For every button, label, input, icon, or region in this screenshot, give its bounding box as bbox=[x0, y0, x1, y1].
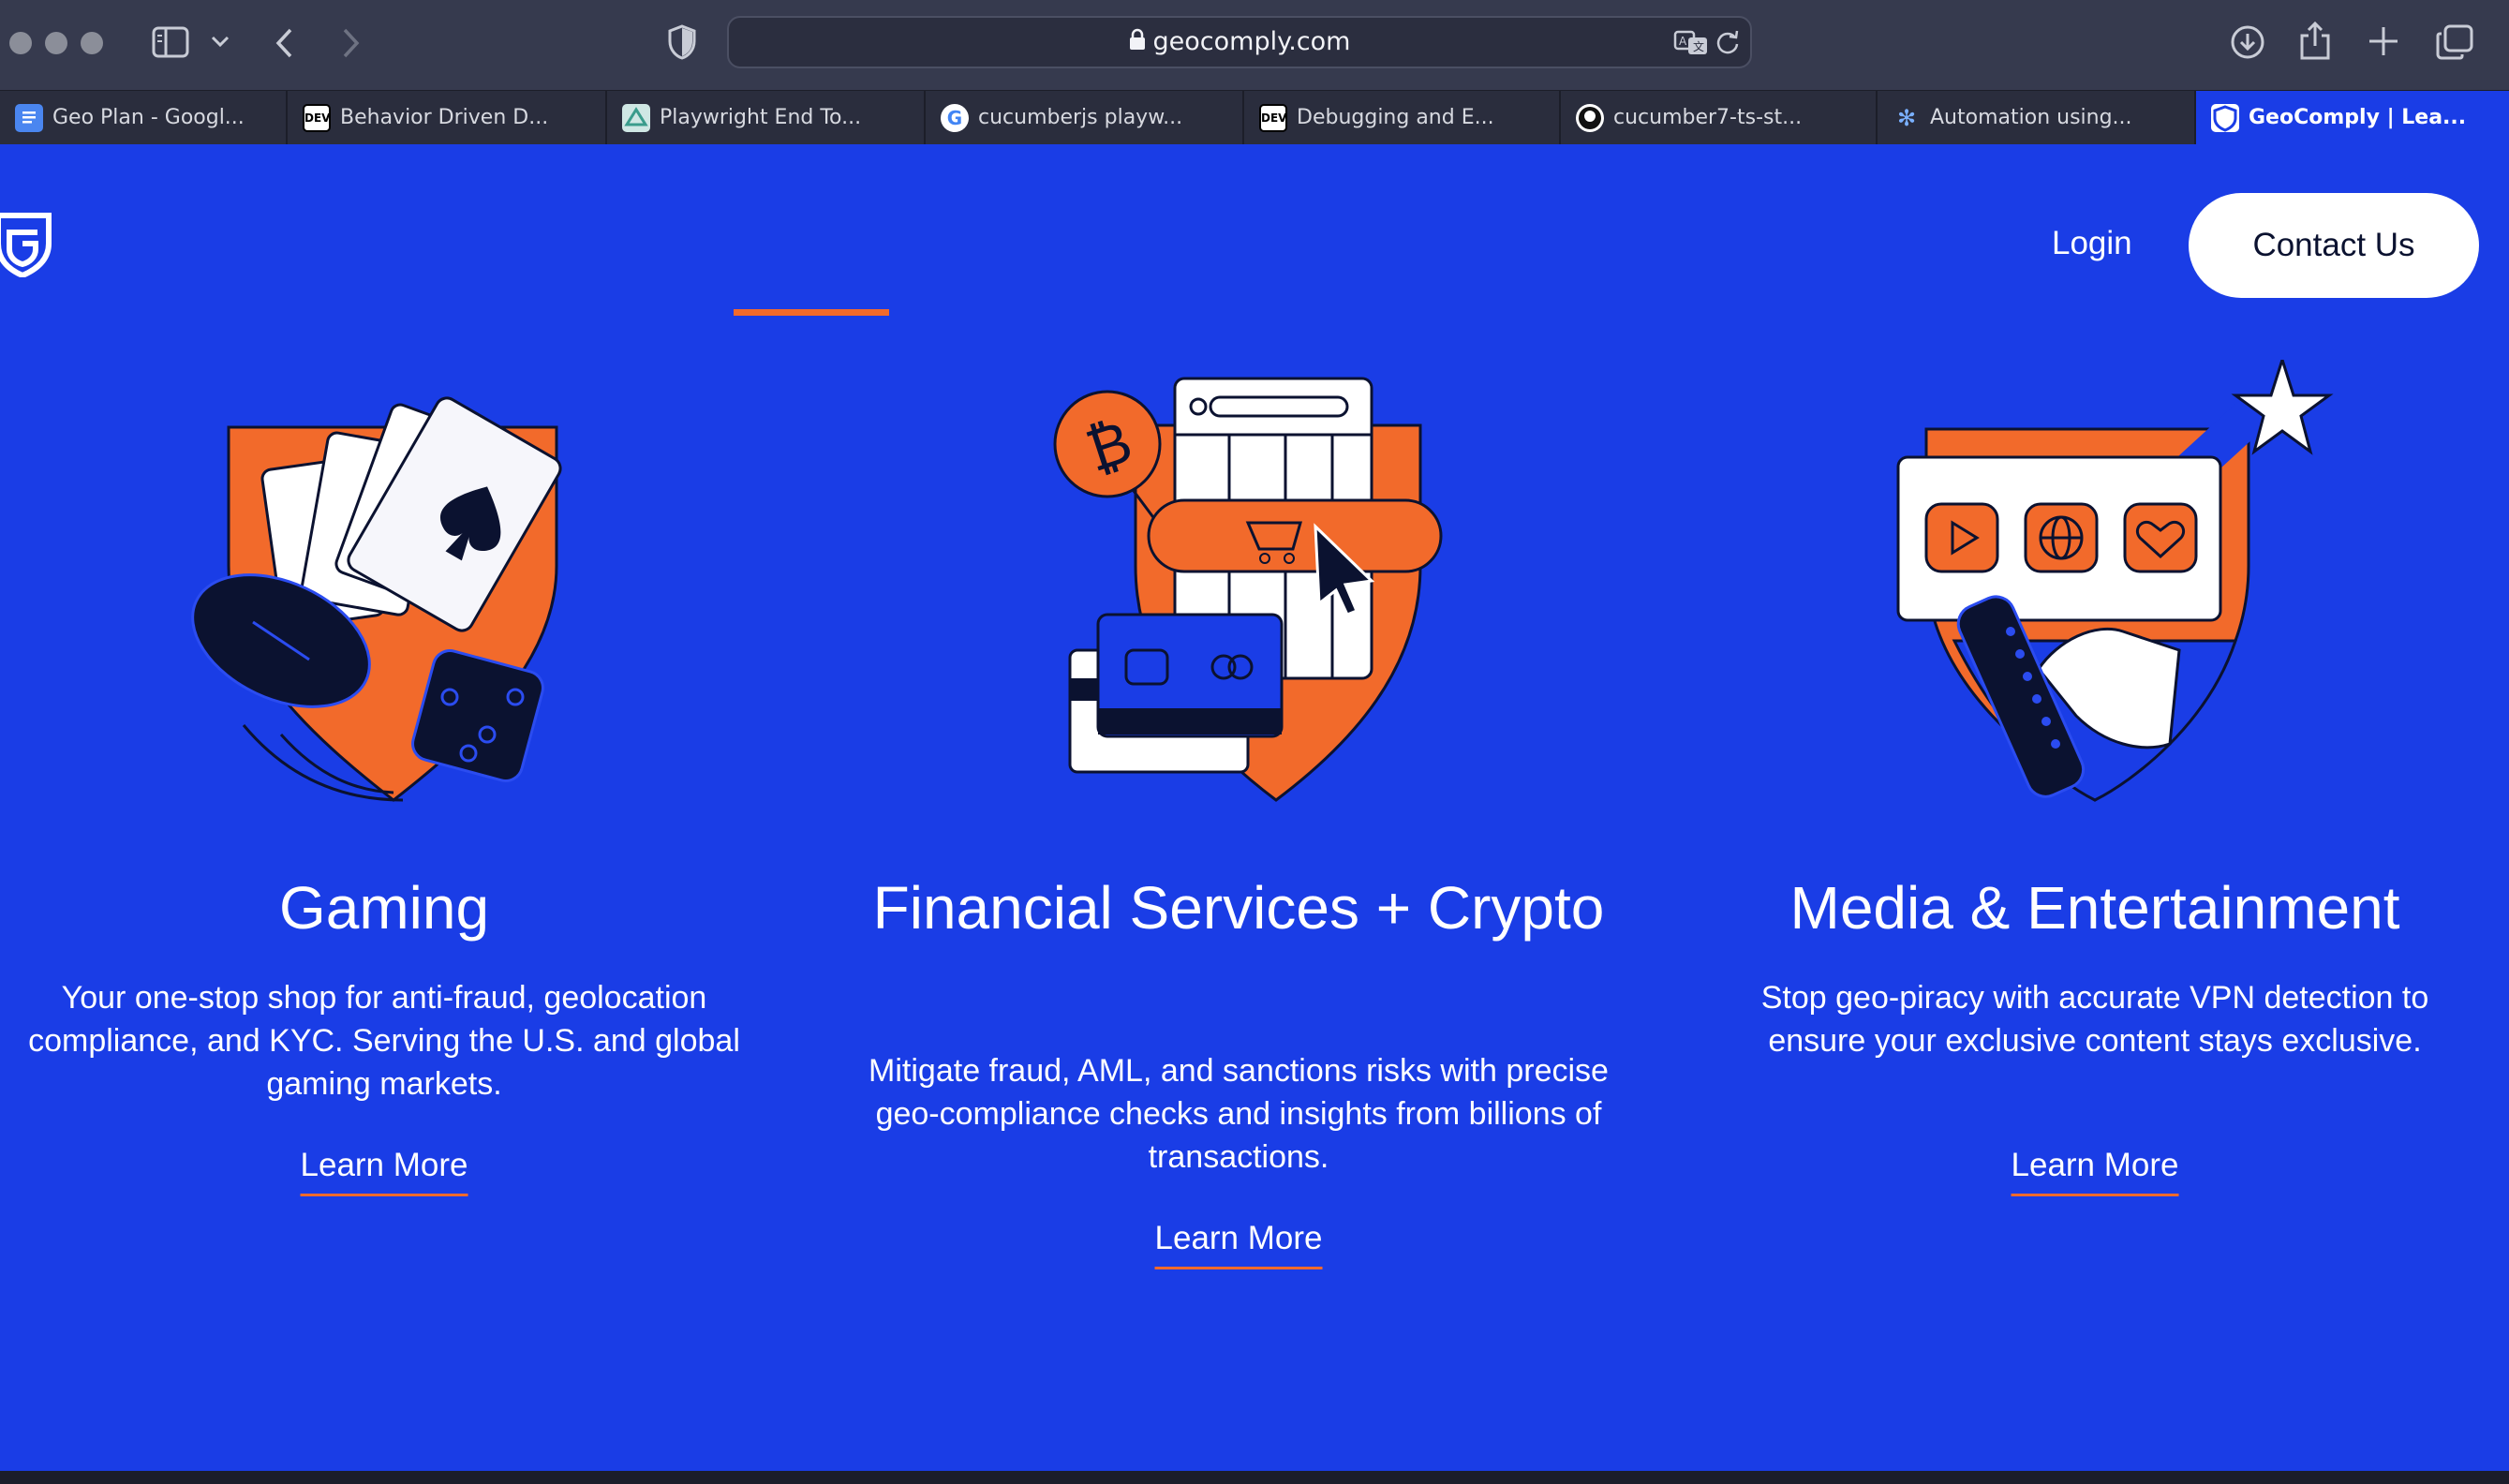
gaming-learn-more-link[interactable]: Learn More bbox=[300, 1147, 468, 1196]
media-illustration-icon bbox=[1870, 355, 2338, 824]
financial-title: Financial Services + Crypto bbox=[872, 874, 1605, 942]
media-learn-more-link[interactable]: Learn More bbox=[2011, 1147, 2179, 1196]
sparkle-icon: ✻ bbox=[1896, 105, 1917, 131]
translate-icon[interactable]: A文 bbox=[1673, 29, 1709, 55]
tab-label: Playwright End To... bbox=[660, 106, 862, 129]
tab-label: Debugging and E... bbox=[1297, 106, 1494, 129]
media-card: Media & Entertainment Stop geo-piracy wi… bbox=[1720, 144, 2470, 1471]
forward-icon[interactable] bbox=[339, 26, 362, 60]
close-window-button[interactable] bbox=[9, 32, 32, 54]
site-icon bbox=[622, 104, 650, 132]
minimize-window-button[interactable] bbox=[45, 32, 67, 54]
window-bottom-edge bbox=[0, 1471, 2509, 1484]
financial-description: Mitigate fraud, AML, and sanctions risks… bbox=[868, 1053, 1609, 1175]
dev-icon: DEV bbox=[303, 104, 331, 132]
gaming-title: Gaming bbox=[278, 874, 490, 942]
url-text[interactable]: geocomply.com bbox=[729, 18, 1750, 67]
new-tab-icon[interactable] bbox=[2367, 24, 2400, 58]
geocomply-icon bbox=[2211, 104, 2239, 132]
gaming-illustration-icon bbox=[159, 341, 609, 814]
tab-behavior-driven[interactable]: DEV Behavior Driven D... bbox=[288, 91, 607, 145]
financial-learn-more-link[interactable]: Learn More bbox=[1154, 1220, 1323, 1269]
tab-cucumber7[interactable]: cucumber7-ts-st... bbox=[1561, 91, 1878, 145]
tab-label: cucumberjs playw... bbox=[978, 106, 1183, 129]
lock-icon bbox=[1129, 19, 1146, 67]
gaming-description: Your one-stop shop for anti-fraud, geolo… bbox=[28, 980, 740, 1102]
tab-geocomply[interactable]: GeoComply | Lea... bbox=[2196, 91, 2509, 145]
share-icon[interactable] bbox=[2299, 21, 2331, 60]
google-docs-icon bbox=[15, 104, 43, 132]
tab-debugging[interactable]: DEV Debugging and E... bbox=[1244, 91, 1561, 145]
downloads-icon[interactable] bbox=[2230, 24, 2265, 60]
url-label: geocomply.com bbox=[1152, 27, 1351, 56]
tab-automation[interactable]: ✻ Automation using... bbox=[1878, 91, 2196, 145]
media-title: Media & Entertainment bbox=[1789, 874, 2400, 942]
media-description: Stop geo-piracy with accurate VPN detect… bbox=[1760, 980, 2429, 1059]
tab-cucumberjs[interactable]: G cucumberjs playw... bbox=[926, 91, 1244, 145]
financial-card: ₿ Financial Services + Crypto Mitigate f… bbox=[864, 144, 1613, 1471]
github-icon bbox=[1576, 104, 1604, 132]
google-icon: G bbox=[941, 104, 969, 132]
svg-text:A: A bbox=[1679, 35, 1687, 48]
financial-illustration-icon: ₿ bbox=[1023, 369, 1454, 824]
tab-label: Geo Plan - Googl... bbox=[52, 106, 245, 129]
reload-icon[interactable] bbox=[1715, 29, 1741, 55]
address-bar[interactable]: geocomply.com A文 bbox=[727, 16, 1752, 68]
tab-bar: Geo Plan - Googl... DEV Behavior Driven … bbox=[0, 90, 2509, 145]
tab-label: GeoComply | Lea... bbox=[2249, 106, 2467, 129]
dev-icon: DEV bbox=[1259, 104, 1287, 132]
page-content: Login Contact Us Gaming Your one-stop sh… bbox=[0, 144, 2509, 1471]
svg-text:文: 文 bbox=[1693, 39, 1704, 53]
gaming-card: Gaming Your one-stop shop for anti-fraud… bbox=[9, 144, 759, 1471]
tab-overview-icon[interactable] bbox=[2436, 24, 2473, 60]
privacy-shield-icon[interactable] bbox=[667, 24, 697, 60]
tab-label: Automation using... bbox=[1930, 106, 2132, 129]
browser-toolbar: geocomply.com A文 bbox=[0, 0, 2509, 90]
tab-label: cucumber7-ts-st... bbox=[1613, 106, 1803, 129]
back-icon[interactable] bbox=[274, 26, 296, 60]
chevron-down-icon[interactable] bbox=[210, 34, 230, 49]
tab-playwright[interactable]: Playwright End To... bbox=[607, 91, 926, 145]
tab-geo-plan[interactable]: Geo Plan - Googl... bbox=[0, 91, 288, 145]
sidebar-toggle-icon[interactable] bbox=[152, 26, 189, 58]
zoom-window-button[interactable] bbox=[81, 32, 103, 54]
tab-label: Behavior Driven D... bbox=[340, 106, 549, 129]
